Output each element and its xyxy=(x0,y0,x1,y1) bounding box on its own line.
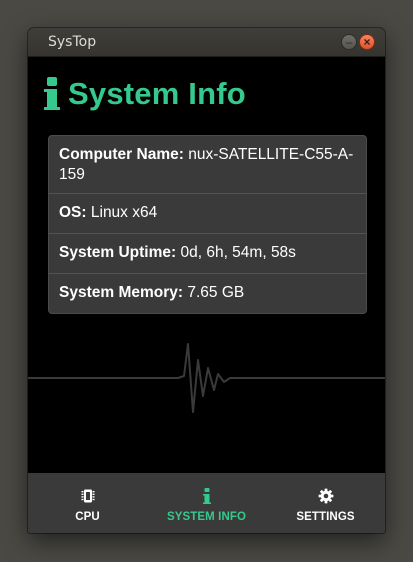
system-info-card: Computer Name: nux-SATELLITE-C55-A-159 O… xyxy=(48,135,367,314)
heartbeat-graphic xyxy=(28,343,385,413)
nav-item-system-info[interactable]: SYSTEM INFO xyxy=(147,473,266,533)
info-value: 0d, 6h, 54m, 58s xyxy=(180,244,296,261)
info-row-os: OS: Linux x64 xyxy=(49,194,366,234)
page-header: System Info xyxy=(44,74,246,114)
info-icon xyxy=(44,77,60,111)
info-value: 7.65 GB xyxy=(187,284,245,301)
bottom-nav: CPU SYSTEM INFO SETTINGS xyxy=(28,473,385,533)
info-label: OS: xyxy=(59,204,87,221)
info-label: System Uptime: xyxy=(59,244,177,261)
info-row-computer-name: Computer Name: nux-SATELLITE-C55-A-159 xyxy=(49,136,366,194)
window-title: SysTop xyxy=(48,34,97,50)
gear-icon xyxy=(317,487,335,505)
info-label: Computer Name: xyxy=(59,146,184,163)
app-window: SysTop – × System Info Computer Name: nu… xyxy=(28,28,385,533)
cpu-chip-icon xyxy=(79,487,97,505)
nav-item-cpu[interactable]: CPU xyxy=(28,473,147,533)
minimize-button[interactable]: – xyxy=(341,34,357,50)
nav-label: SYSTEM INFO xyxy=(166,511,247,523)
nav-item-settings[interactable]: SETTINGS xyxy=(266,473,385,533)
title-bar[interactable]: SysTop – × xyxy=(28,28,385,57)
info-label: System Memory: xyxy=(59,284,184,301)
info-row-memory: System Memory: 7.65 GB xyxy=(49,274,366,313)
nav-label: CPU xyxy=(75,511,100,523)
info-value: Linux x64 xyxy=(90,204,158,221)
page-title: System Info xyxy=(68,76,246,111)
info-icon xyxy=(198,487,216,505)
info-row-uptime: System Uptime: 0d, 6h, 54m, 58s xyxy=(49,234,366,274)
close-button[interactable]: × xyxy=(359,34,375,50)
nav-label: SETTINGS xyxy=(296,511,355,523)
